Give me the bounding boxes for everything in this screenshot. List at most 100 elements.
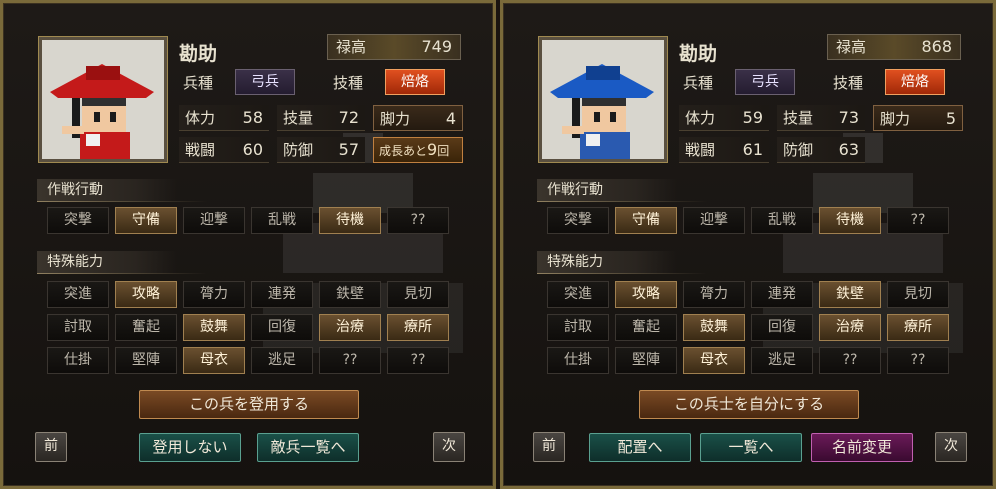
ability-cell[interactable]: 母衣 xyxy=(683,347,745,374)
rokudaka-label: 禄高 xyxy=(836,38,867,56)
stat-tairyoku: 体力 59 xyxy=(679,105,769,131)
tactic-unknown[interactable]: ?? xyxy=(387,207,449,234)
ability-cell[interactable]: 連発 xyxy=(251,281,313,308)
next-button[interactable]: 次 xyxy=(433,432,465,462)
tactic-ransen[interactable]: 乱戦 xyxy=(751,207,813,234)
deploy-button[interactable]: 配置へ xyxy=(589,433,691,462)
ability-cell[interactable]: 堅陣 xyxy=(115,347,177,374)
stat-value: 72 xyxy=(338,108,359,127)
tactic-taiki[interactable]: 待機 xyxy=(319,207,381,234)
ability-cell[interactable]: 見切 xyxy=(887,281,949,308)
abilities-section-title: 特殊能力 xyxy=(37,251,207,274)
stat-bogyo: 防御 63 xyxy=(777,137,865,163)
rokudaka-value: 749 xyxy=(421,37,452,56)
soldier-name: 勘助 xyxy=(679,43,718,65)
tactic-geigeki[interactable]: 迎撃 xyxy=(683,207,745,234)
ability-cell[interactable]: 療所 xyxy=(887,314,949,341)
heishu-label: 兵種 xyxy=(183,74,214,92)
rokudaka-field: 禄高 868 xyxy=(827,34,961,60)
ability-cell[interactable]: 攻略 xyxy=(615,281,677,308)
decline-button[interactable]: 登用しない xyxy=(139,433,241,462)
abilities-section-title: 特殊能力 xyxy=(537,251,707,274)
ability-cell[interactable]: 膂力 xyxy=(183,281,245,308)
recruit-button[interactable]: この兵を登用する xyxy=(139,390,359,419)
gikei-value: 焙烙 xyxy=(385,69,445,95)
stat-kyakuryoku: 脚力 5 xyxy=(873,105,963,131)
growth-label: 成長あと xyxy=(379,144,428,158)
stat-label: 体力 xyxy=(185,109,216,127)
ability-cell[interactable]: 療所 xyxy=(387,314,449,341)
tactic-totsugeki[interactable]: 突撃 xyxy=(47,207,109,234)
next-button[interactable]: 次 xyxy=(935,432,967,462)
ability-cell[interactable]: 奮起 xyxy=(615,314,677,341)
soldier-portrait xyxy=(39,37,167,162)
growth-value: 9 xyxy=(427,140,438,159)
heishu-label: 兵種 xyxy=(683,74,714,92)
stat-value: 63 xyxy=(838,140,859,159)
stat-giryo: 技量 73 xyxy=(777,105,865,131)
gikei-label: 技種 xyxy=(833,74,864,92)
prev-button[interactable]: 前 xyxy=(533,432,565,462)
stat-value: 58 xyxy=(242,108,263,127)
ability-cell[interactable]: 仕掛 xyxy=(47,347,109,374)
prev-button[interactable]: 前 xyxy=(35,432,67,462)
ability-cell[interactable]: ?? xyxy=(887,347,949,374)
tactic-ransen[interactable]: 乱戦 xyxy=(251,207,313,234)
ability-cell[interactable]: ?? xyxy=(319,347,381,374)
ability-cell[interactable]: ?? xyxy=(819,347,881,374)
stat-bogyo: 防御 57 xyxy=(277,137,365,163)
rokudaka-label: 禄高 xyxy=(336,38,367,56)
ability-cell[interactable]: 奮起 xyxy=(115,314,177,341)
stat-value: 57 xyxy=(338,140,359,159)
ability-cell[interactable]: 逃足 xyxy=(251,347,313,374)
ability-cell[interactable]: 逃足 xyxy=(751,347,813,374)
make-own-button[interactable]: この兵士を自分にする xyxy=(639,390,859,419)
rokudaka-value: 868 xyxy=(921,37,952,56)
ability-cell[interactable]: 突進 xyxy=(47,281,109,308)
soldier-name: 勘助 xyxy=(179,43,218,65)
tactic-shubi[interactable]: 守備 xyxy=(115,207,177,234)
ability-cell[interactable]: 討取 xyxy=(547,314,609,341)
ability-cell[interactable]: 見切 xyxy=(387,281,449,308)
tactics-section-title: 作戦行動 xyxy=(537,179,707,202)
rename-button[interactable]: 名前変更 xyxy=(811,433,913,462)
ability-cell[interactable]: 堅陣 xyxy=(615,347,677,374)
stat-tairyoku: 体力 58 xyxy=(179,105,269,131)
tactic-shubi[interactable]: 守備 xyxy=(615,207,677,234)
ability-cell[interactable]: 膂力 xyxy=(683,281,745,308)
gikei-value: 焙烙 xyxy=(885,69,945,95)
stat-value: 5 xyxy=(945,109,956,128)
ability-cell[interactable]: 治療 xyxy=(819,314,881,341)
ability-cell[interactable]: 母衣 xyxy=(183,347,245,374)
ability-cell[interactable]: 攻略 xyxy=(115,281,177,308)
ability-cell[interactable]: 鉄壁 xyxy=(319,281,381,308)
tactic-geigeki[interactable]: 迎撃 xyxy=(183,207,245,234)
ability-cell[interactable]: 治療 xyxy=(319,314,381,341)
tactic-totsugeki[interactable]: 突撃 xyxy=(547,207,609,234)
tactic-taiki[interactable]: 待機 xyxy=(819,207,881,234)
ability-cell[interactable]: 回復 xyxy=(751,314,813,341)
stat-label: 体力 xyxy=(685,109,716,127)
ability-cell[interactable]: 仕掛 xyxy=(547,347,609,374)
ability-cell[interactable]: 鉄壁 xyxy=(819,281,881,308)
enemy-list-button[interactable]: 敵兵一覧へ xyxy=(257,433,359,462)
rokudaka-field: 禄高 749 xyxy=(327,34,461,60)
ability-cell[interactable]: 鼓舞 xyxy=(683,314,745,341)
stat-label: 戦闘 xyxy=(685,141,716,159)
stat-value: 73 xyxy=(838,108,859,127)
tactic-unknown[interactable]: ?? xyxy=(887,207,949,234)
ability-cell[interactable]: 連発 xyxy=(751,281,813,308)
ability-cell[interactable]: ?? xyxy=(387,347,449,374)
ability-cell[interactable]: 討取 xyxy=(47,314,109,341)
ability-cell[interactable]: 回復 xyxy=(251,314,313,341)
heishu-value: 弓兵 xyxy=(235,69,295,95)
ability-cell[interactable]: 鼓舞 xyxy=(183,314,245,341)
stat-label: 防御 xyxy=(783,141,814,159)
growth-unit: 回 xyxy=(437,144,450,158)
stat-value: 60 xyxy=(242,140,263,159)
gikei-label: 技種 xyxy=(333,74,364,92)
ability-cell[interactable]: 突進 xyxy=(547,281,609,308)
stat-giryo: 技量 72 xyxy=(277,105,365,131)
list-button[interactable]: 一覧へ xyxy=(700,433,802,462)
heishu-value: 弓兵 xyxy=(735,69,795,95)
